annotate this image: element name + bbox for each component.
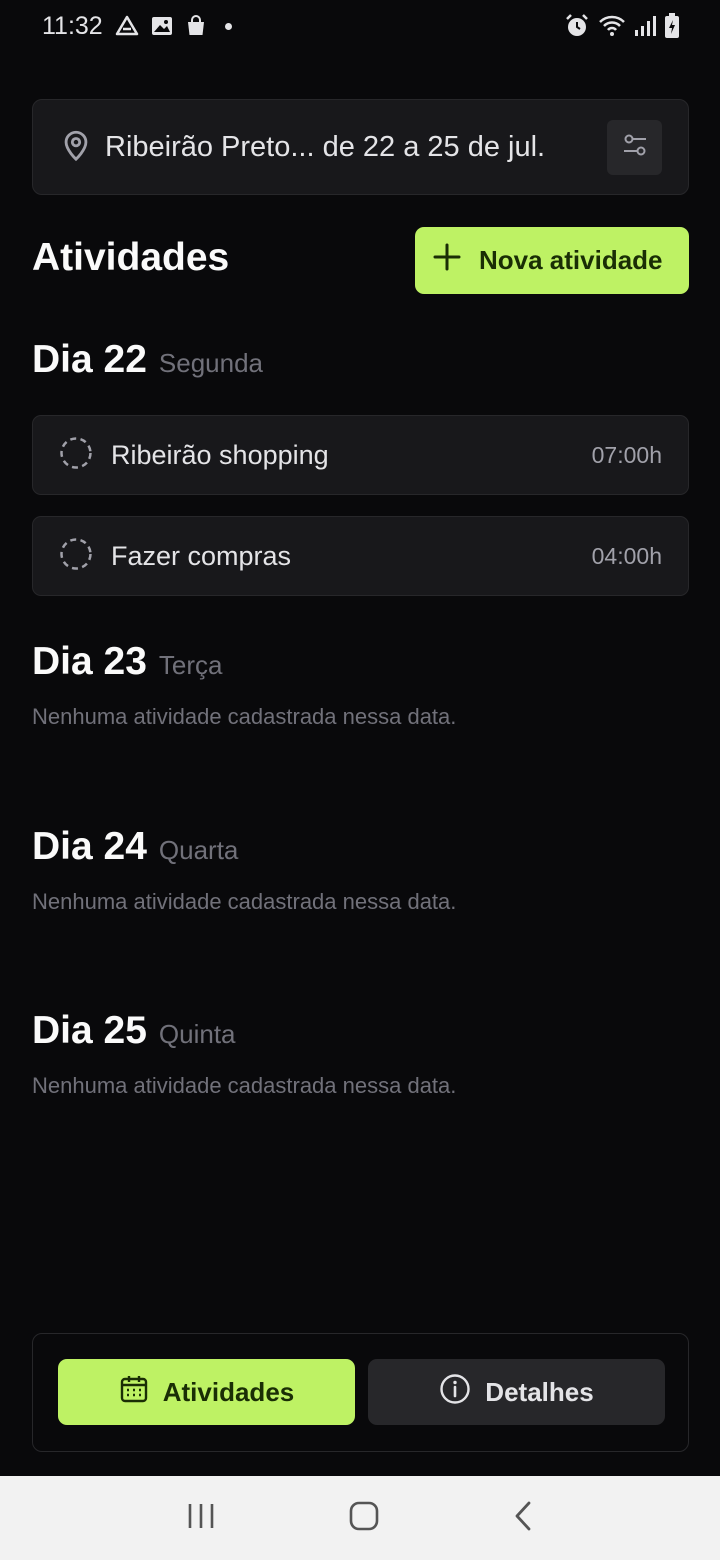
day-title: Dia 22 xyxy=(32,338,147,381)
home-icon[interactable] xyxy=(349,1501,379,1536)
new-activity-button[interactable]: Nova atividade xyxy=(415,227,689,294)
day-weekday: Quinta xyxy=(158,1019,236,1049)
nav-details-label: Detalhes xyxy=(485,1376,594,1407)
battery-charging-icon xyxy=(664,13,680,39)
nav-activities-label: Atividades xyxy=(162,1376,295,1407)
activity-time: 04:00h xyxy=(591,542,662,569)
dashed-circle-icon xyxy=(59,436,111,475)
activity-name: Ribeirão shopping xyxy=(111,439,329,470)
signal-icon xyxy=(634,15,656,37)
status-time: 11:32 xyxy=(42,11,103,40)
page-title: Atividades xyxy=(32,236,230,279)
day-weekday: Quarta xyxy=(158,835,239,865)
activity-card[interactable]: Fazer compras 04:00h xyxy=(32,516,689,596)
day-weekday: Segunda xyxy=(158,348,264,378)
status-right xyxy=(564,13,680,39)
trip-location-bar[interactable]: Ribeirão Preto... de 22 a 25 de jul. xyxy=(32,99,689,195)
status-bar: 11:32 xyxy=(0,0,720,52)
map-pin-icon xyxy=(59,128,105,167)
info-icon xyxy=(439,1373,471,1412)
wifi-icon xyxy=(598,14,626,38)
empty-activities-message: Nenhuma atividade cadastrada nessa data. xyxy=(32,889,457,914)
plus-icon xyxy=(431,241,463,280)
day-weekday: Terça xyxy=(158,650,223,680)
new-activity-label: Nova atividade xyxy=(479,245,663,275)
notification-dot-icon xyxy=(224,22,232,30)
app-screen: 11:32 Ribeirão Preto... de 22 a 25 de ju… xyxy=(0,0,720,1560)
empty-activities-message: Nenhuma atividade cadastrada nessa data. xyxy=(32,704,457,729)
trip-settings-button[interactable] xyxy=(607,119,662,175)
trip-location-text: Ribeirão Preto... de 22 a 25 de jul. xyxy=(105,130,546,163)
activity-card[interactable]: Ribeirão shopping 07:00h xyxy=(32,415,689,495)
day-heading: Dia 25 Quinta xyxy=(32,1009,236,1053)
gallery-icon xyxy=(151,16,173,36)
day-heading: Dia 24 Quarta xyxy=(32,825,238,869)
activity-name: Fazer compras xyxy=(111,540,292,571)
calendar-icon xyxy=(119,1374,149,1411)
bottom-nav: Atividades Detalhes xyxy=(32,1333,689,1452)
nav-activities-button[interactable]: Atividades xyxy=(58,1359,355,1425)
status-left: 11:32 xyxy=(42,12,232,41)
activity-time: 07:00h xyxy=(591,441,662,468)
drive-icon xyxy=(115,15,139,37)
back-icon[interactable] xyxy=(512,1501,534,1536)
sliders-icon xyxy=(620,130,650,165)
day-title: Dia 25 xyxy=(32,1009,147,1052)
empty-activities-message: Nenhuma atividade cadastrada nessa data. xyxy=(32,1073,457,1098)
day-heading: Dia 23 Terça xyxy=(32,640,222,684)
day-title: Dia 23 xyxy=(32,640,147,683)
shopping-bag-icon xyxy=(185,15,207,37)
day-heading: Dia 22 Segunda xyxy=(32,338,263,382)
nav-details-button[interactable]: Detalhes xyxy=(368,1359,665,1425)
alarm-icon xyxy=(564,13,590,39)
recent-apps-icon[interactable] xyxy=(186,1502,216,1535)
dashed-circle-icon xyxy=(59,537,111,576)
day-title: Dia 24 xyxy=(32,825,147,868)
system-navigation-bar xyxy=(0,1476,720,1560)
